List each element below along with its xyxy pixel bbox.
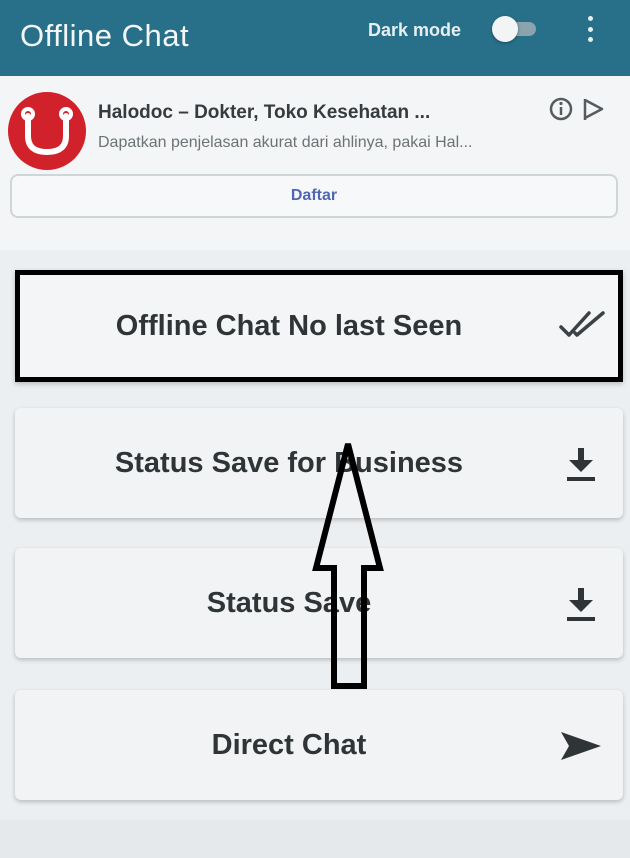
menu-item-label: Status Save <box>206 586 372 619</box>
ad-choices-icon[interactable] <box>580 96 608 122</box>
menu-item-label: Direct Chat <box>211 728 367 761</box>
app-title: Offline Chat <box>20 18 190 53</box>
dark-mode-label: Dark mode <box>368 20 462 40</box>
kebab-dot <box>587 16 593 21</box>
menu-item-label: Offline Chat No last Seen <box>115 309 463 342</box>
send-icon <box>559 728 603 764</box>
bottom-area <box>0 820 630 858</box>
menu-item-label: Status Save for Business <box>114 446 464 479</box>
download-icon <box>559 446 603 482</box>
ad-cta-button[interactable]: Daftar <box>10 174 618 218</box>
ad-banner[interactable]: Halodoc – Dokter, Toko Kesehatan ... Dap… <box>0 76 630 250</box>
download-icon <box>559 586 603 622</box>
overflow-menu-icon[interactable] <box>578 14 602 44</box>
toggle-thumb <box>492 16 518 42</box>
halodoc-logo-icon <box>8 92 86 170</box>
kebab-dot <box>587 37 593 42</box>
ad-info-icon[interactable] <box>548 96 574 122</box>
double-check-icon <box>559 309 605 345</box>
app-bar: Offline Chat Dark mode <box>0 0 630 76</box>
menu-item-offline-chat[interactable]: Offline Chat No last Seen <box>15 270 623 382</box>
annotation-arrow-icon <box>312 440 384 692</box>
ad-title: Halodoc – Dokter, Toko Kesehatan ... <box>98 102 431 123</box>
menu-item-direct-chat[interactable]: Direct Chat <box>15 690 623 800</box>
kebab-dot <box>587 26 593 32</box>
dark-mode-toggle[interactable] <box>490 14 540 44</box>
app-screen: Offline Chat Dark mode Halodoc – Dokter,… <box>0 0 630 858</box>
ad-description: Dapatkan penjelasan akurat dari ahlinya,… <box>98 134 473 151</box>
